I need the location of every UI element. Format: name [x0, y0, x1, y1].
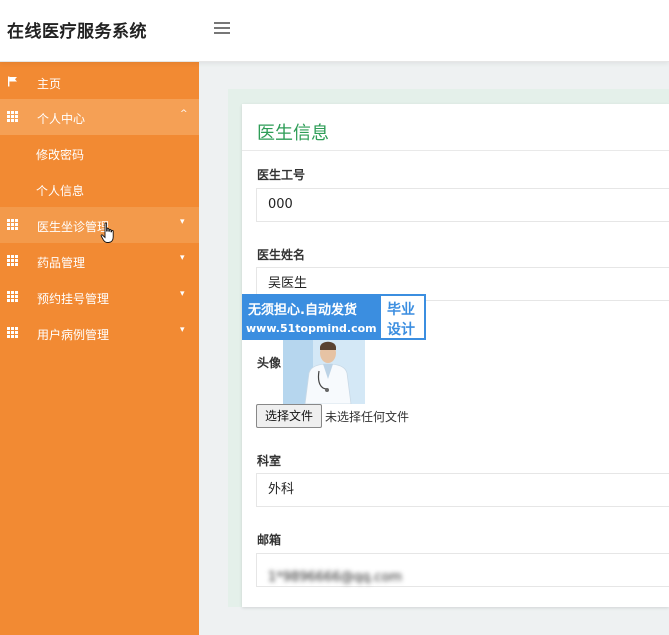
chevron-down-icon: ▾	[180, 289, 185, 299]
avatar-label: 头像	[257, 356, 282, 370]
sidebar-item-label: 个人中心	[37, 112, 86, 126]
sidebar-subitem-change-password[interactable]: 修改密码	[0, 135, 199, 171]
sidebar-item-label: 预约挂号管理	[37, 292, 110, 306]
sidebar-subitem-personal-info[interactable]: 个人信息	[0, 171, 199, 207]
watermark-right-top: 毕业	[387, 302, 415, 318]
watermark-left: 无须担心.自动发货 www.51topmind.com	[242, 294, 379, 340]
watermark-line1: 无须担心.自动发货	[248, 303, 357, 318]
sidebar-item-label: 药品管理	[37, 256, 86, 270]
watermark-right-bottom: 设计	[387, 322, 415, 338]
hand-cursor-icon	[100, 222, 114, 243]
doctor-name-label: 医生姓名	[257, 248, 306, 262]
flag-icon	[8, 76, 17, 87]
department-field[interactable]: 外科	[256, 473, 669, 507]
sidebar-item-label: 医生坐诊管理	[37, 220, 110, 234]
grid-icon	[7, 327, 18, 338]
sidebar-item-label: 用户病例管理	[37, 328, 110, 342]
sidebar-item-appointment[interactable]: 预约挂号管理 ▾	[0, 279, 199, 315]
sidebar-item-label: 主页	[37, 77, 62, 91]
sidebar: 主页 个人中心 ^ 修改密码 个人信息 医生坐诊管理 ▾ 药品管理 ▾ 预约挂号…	[0, 62, 199, 635]
email-value: 1*9896666@qq.com	[268, 570, 403, 585]
sidebar-item-personal-center[interactable]: 个人中心 ^	[0, 99, 199, 135]
doctor-id-field[interactable]: 000	[256, 188, 669, 222]
page-title: 医生信息	[257, 123, 329, 144]
sidebar-item-medicine[interactable]: 药品管理 ▾	[0, 243, 199, 279]
file-status-text: 未选择任何文件	[325, 410, 410, 424]
sidebar-item-label: 修改密码	[36, 148, 85, 162]
sidebar-item-label: 个人信息	[36, 184, 85, 198]
grid-icon	[7, 111, 18, 122]
grid-icon	[7, 219, 18, 230]
watermark-url: www.51topmind.com	[246, 322, 377, 335]
sidebar-item-home[interactable]: 主页	[0, 64, 199, 100]
choose-file-button[interactable]: 选择文件	[256, 404, 322, 428]
chevron-down-icon: ▾	[180, 325, 185, 335]
sidebar-item-case-records[interactable]: 用户病例管理 ▾	[0, 315, 199, 351]
top-bar: 在线医疗服务系统	[0, 0, 669, 62]
chevron-down-icon: ▾	[180, 217, 185, 227]
doctor-avatar	[283, 339, 365, 404]
grid-icon	[7, 255, 18, 266]
email-field[interactable]: 1*9896666@qq.com	[256, 553, 669, 587]
hamburger-icon[interactable]	[214, 22, 230, 36]
email-label: 邮箱	[257, 533, 282, 547]
department-label: 科室	[257, 454, 282, 468]
watermark-banner: 无须担心.自动发货 www.51topmind.com 毕业 设计	[242, 294, 426, 340]
doctor-id-label: 医生工号	[257, 168, 306, 182]
grid-icon	[7, 291, 18, 302]
watermark-right: 毕业 设计	[379, 294, 426, 340]
app-title: 在线医疗服务系统	[7, 22, 147, 42]
divider	[242, 150, 669, 151]
chevron-down-icon: ▾	[180, 253, 185, 263]
chevron-up-icon: ^	[180, 109, 188, 119]
